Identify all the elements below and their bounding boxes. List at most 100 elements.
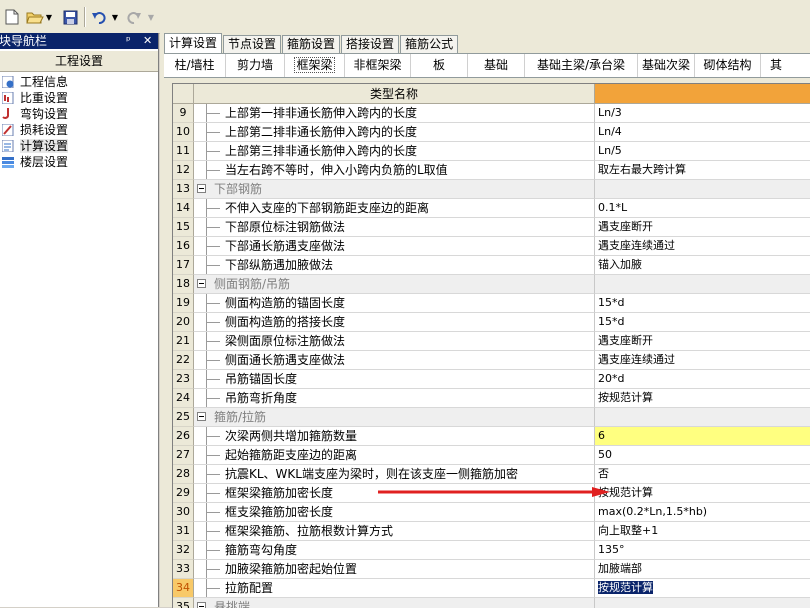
row-value-cell[interactable]: 按规范计算 <box>595 484 810 503</box>
table-row[interactable]: 22 侧面通长筋遇支座做法 遇支座连续通过 <box>173 351 810 370</box>
nav-item-floor-settings[interactable]: 楼层设置 <box>0 154 158 170</box>
tab-lap-settings[interactable]: 搭接设置 <box>341 35 400 53</box>
table-row[interactable]: 30 框支梁箍筋加密长度 max(0.2*Ln,1.5*hb) <box>173 503 810 522</box>
save-icon[interactable] <box>61 8 79 26</box>
table-row[interactable]: 17 下部纵筋遇加腋做法 锚入加腋 <box>173 256 810 275</box>
open-folder-icon[interactable] <box>25 8 45 26</box>
table-row[interactable]: 23 吊筋锚固长度 20*d <box>173 370 810 389</box>
row-value-cell[interactable]: 加腋端部 <box>595 560 810 579</box>
tab-column[interactable]: 柱/墙柱 <box>164 54 226 77</box>
tab-stirrup-formula[interactable]: 箍筋公式 <box>400 35 459 53</box>
table-row[interactable]: 12 当左右跨不等时，伸入小跨内负筋的L取值 取左右最大跨计算 <box>173 161 810 180</box>
row-value-cell[interactable]: 锚入加腋 <box>595 256 810 275</box>
row-value-cell[interactable]: 15*d <box>595 294 810 313</box>
row-value-cell[interactable]: 50 <box>595 446 810 465</box>
redo-icon[interactable] <box>125 8 143 26</box>
pin-icon[interactable]: ᵖ <box>126 33 131 49</box>
row-value-cell[interactable]: Ln/3 <box>595 104 810 123</box>
row-name-cell: 下部纵筋遇加腋做法 <box>194 256 595 275</box>
table-row[interactable]: 24 吊筋弯折角度 按规范计算 <box>173 389 810 408</box>
table-row[interactable]: 20 侧面构造筋的搭接长度 15*d <box>173 313 810 332</box>
row-value-cell[interactable]: 遇支座连续通过 <box>595 351 810 370</box>
nav-item-project-info[interactable]: 工程信息 <box>0 74 158 90</box>
grid-corner <box>173 84 194 104</box>
dropdown-icon[interactable]: ▼ <box>44 8 54 26</box>
row-number: 27 <box>173 446 194 465</box>
table-row[interactable]: 15 下部原位标注钢筋做法 遇支座断开 <box>173 218 810 237</box>
table-row[interactable]: 14 不伸入支座的下部钢筋距支座边的距离 0.1*L <box>173 199 810 218</box>
tab-foundation-main-beam[interactable]: 基础主梁/承台梁 <box>525 54 638 77</box>
tab-slab[interactable]: 板 <box>411 54 468 77</box>
row-name: 吊筋弯折角度 <box>225 391 298 405</box>
dropdown-icon[interactable]: ▼ <box>146 8 156 26</box>
row-value-cell[interactable]: 20*d <box>595 370 810 389</box>
table-row[interactable]: 16 下部通长筋遇支座做法 遇支座连续通过 <box>173 237 810 256</box>
table-row[interactable]: 27 起始箍筋距支座边的距离 50 <box>173 446 810 465</box>
nav-item-hook[interactable]: 弯钩设置 <box>0 106 158 122</box>
tab-foundation[interactable]: 基础 <box>468 54 525 77</box>
collapse-icon[interactable] <box>197 184 206 193</box>
row-value-cell[interactable]: 135° <box>595 541 810 560</box>
group-row[interactable]: 13 下部钢筋 <box>173 180 810 199</box>
row-value-cell[interactable]: 否 <box>595 465 810 484</box>
row-value-cell[interactable]: max(0.2*Ln,1.5*hb) <box>595 503 810 522</box>
table-row[interactable]: 10 上部第二排非通长筋伸入跨内的长度 Ln/4 <box>173 123 810 142</box>
tab-foundation-secondary-beam[interactable]: 基础次梁 <box>638 54 695 77</box>
table-row[interactable]: 34 拉筋配置 按规范计算 <box>173 579 810 598</box>
tab-shear-wall[interactable]: 剪力墙 <box>226 54 285 77</box>
nav-item-specific-gravity[interactable]: 比重设置 <box>0 90 158 106</box>
table-row[interactable]: 9 上部第一排非通长筋伸入跨内的长度 Ln/3 <box>173 104 810 123</box>
row-value: 6 <box>598 429 605 442</box>
row-value-cell[interactable]: 遇支座连续通过 <box>595 237 810 256</box>
tab-frame-beam[interactable]: 框架梁 <box>285 54 345 77</box>
row-value-cell[interactable]: 按规范计算 <box>595 579 810 598</box>
tab-other[interactable]: 其 <box>761 54 791 77</box>
collapse-icon[interactable] <box>197 602 206 608</box>
row-value-cell[interactable]: 遇支座断开 <box>595 332 810 351</box>
table-row[interactable]: 31 框架梁箍筋、拉筋根数计算方式 向上取整+1 <box>173 522 810 541</box>
table-row[interactable]: 19 侧面构造筋的锚固长度 15*d <box>173 294 810 313</box>
collapse-icon[interactable] <box>197 279 206 288</box>
nav-item-loss[interactable]: 损耗设置 <box>0 122 158 138</box>
row-number: 26 <box>173 427 194 446</box>
table-row[interactable]: 32 箍筋弯勾角度 135° <box>173 541 810 560</box>
tab-stirrup-settings[interactable]: 箍筋设置 <box>282 35 341 53</box>
row-value: 20*d <box>598 372 625 385</box>
tree-branch <box>206 113 220 114</box>
row-value-cell[interactable]: 遇支座断开 <box>595 218 810 237</box>
row-value-cell[interactable]: 15*d <box>595 313 810 332</box>
group-row[interactable]: 25 箍筋/拉筋 <box>173 408 810 427</box>
grid-header: 类型名称 <box>173 84 810 104</box>
tab-masonry[interactable]: 砌体结构 <box>695 54 761 77</box>
tab-node-settings[interactable]: 节点设置 <box>223 35 282 53</box>
tab-non-frame-beam[interactable]: 非框架梁 <box>345 54 411 77</box>
row-value-cell[interactable]: Ln/5 <box>595 142 810 161</box>
row-name: 下部原位标注钢筋做法 <box>225 220 346 234</box>
new-file-icon[interactable] <box>3 8 21 26</box>
row-name: 侧面通长筋遇支座做法 <box>225 353 346 367</box>
group-row[interactable]: 18 侧面钢筋/吊筋 <box>173 275 810 294</box>
row-number: 19 <box>173 294 194 313</box>
calc-doc-icon <box>2 140 14 152</box>
row-value-cell[interactable]: 0.1*L <box>595 199 810 218</box>
table-row[interactable]: 11 上部第三排非通长筋伸入跨内的长度 Ln/5 <box>173 142 810 161</box>
row-value-cell[interactable]: 取左右最大跨计算 <box>595 161 810 180</box>
row-value-cell[interactable]: 向上取整+1 <box>595 522 810 541</box>
table-row[interactable]: 28 抗震KL、WKL端支座为梁时，则在该支座一侧箍筋加密 否 <box>173 465 810 484</box>
row-value-cell[interactable]: 6 <box>595 427 810 446</box>
row-number: 34 <box>173 579 194 598</box>
tab-calc-settings[interactable]: 计算设置 <box>164 33 223 53</box>
row-value-cell[interactable]: Ln/4 <box>595 123 810 142</box>
main-panel: 计算设置 节点设置 箍筋设置 搭接设置 箍筋公式 柱/墙柱 剪力墙 框架梁 非框… <box>160 33 810 608</box>
row-value-cell <box>595 180 810 199</box>
row-value-cell[interactable]: 按规范计算 <box>595 389 810 408</box>
collapse-icon[interactable] <box>197 412 206 421</box>
row-name-cell: 梁侧面原位标注筋做法 <box>194 332 595 351</box>
close-icon[interactable]: ✕ <box>143 33 152 49</box>
table-row[interactable]: 33 加腋梁箍筋加密起始位置 加腋端部 <box>173 560 810 579</box>
table-row[interactable]: 26 次梁两侧共增加箍筋数量 6 <box>173 427 810 446</box>
undo-icon[interactable] <box>90 8 108 26</box>
table-row[interactable]: 21 梁侧面原位标注筋做法 遇支座断开 <box>173 332 810 351</box>
dropdown-icon[interactable]: ▼ <box>110 8 120 26</box>
nav-item-calc-settings[interactable]: 计算设置 <box>0 138 158 154</box>
